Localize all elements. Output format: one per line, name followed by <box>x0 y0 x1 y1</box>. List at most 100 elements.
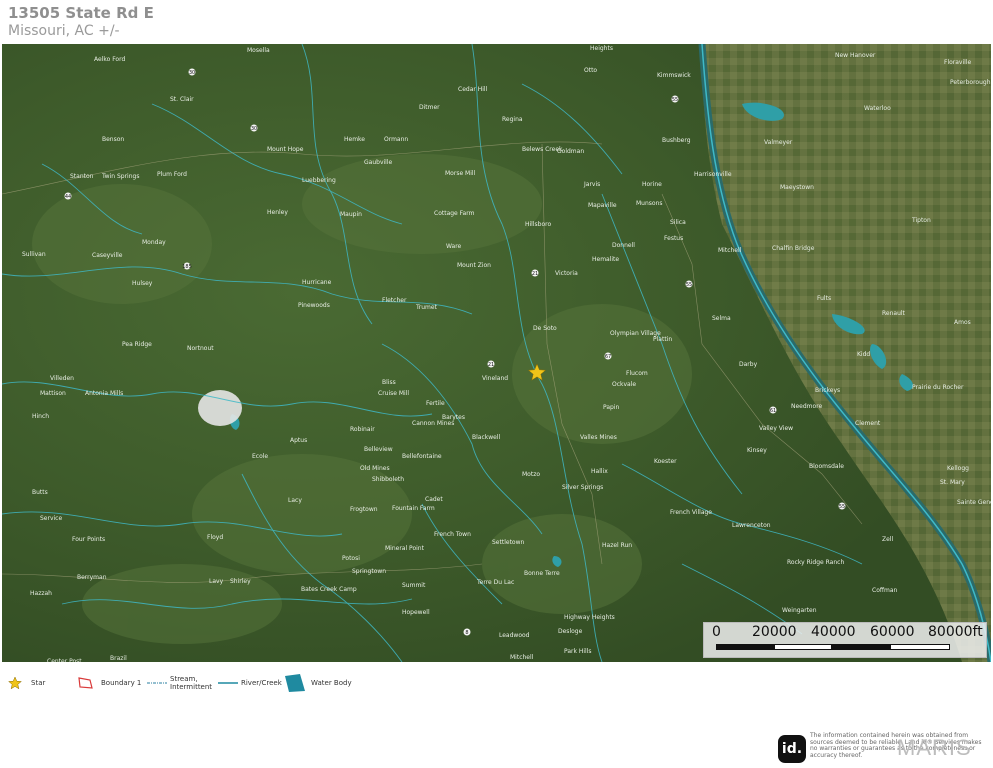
svg-text:Koester: Koester <box>654 458 677 465</box>
svg-text:Mosella: Mosella <box>247 47 270 54</box>
legend-label: Star <box>31 679 46 687</box>
svg-text:Terre Du Lac: Terre Du Lac <box>476 579 514 586</box>
scale-label: 60000 <box>870 624 915 640</box>
svg-text:Hallix: Hallix <box>591 468 608 475</box>
svg-text:Hemalite: Hemalite <box>592 256 619 263</box>
water-body-icon <box>285 674 305 692</box>
svg-text:21: 21 <box>488 362 494 368</box>
svg-text:Silica: Silica <box>670 219 686 226</box>
legend-label: Water Body <box>311 679 352 687</box>
svg-text:Highway Heights: Highway Heights <box>564 614 615 621</box>
svg-text:Service: Service <box>40 515 62 522</box>
svg-text:Motzo: Motzo <box>522 471 540 478</box>
svg-text:Peterborough: Peterborough <box>950 79 991 86</box>
svg-text:Heights: Heights <box>590 45 613 52</box>
scale-segment <box>890 644 950 650</box>
svg-text:Zell: Zell <box>882 536 893 543</box>
svg-text:Robinair: Robinair <box>350 426 375 433</box>
map-title: 13505 State Rd E <box>8 4 154 22</box>
svg-text:Horine: Horine <box>642 181 662 188</box>
svg-text:Old Mines: Old Mines <box>360 465 390 472</box>
svg-text:St. Clair: St. Clair <box>170 96 194 103</box>
svg-text:Valles Mines: Valles Mines <box>580 434 617 441</box>
svg-text:Potosi: Potosi <box>342 555 360 562</box>
star-icon <box>8 676 22 690</box>
svg-text:De Soto: De Soto <box>533 325 557 332</box>
satellite-map[interactable]: Mosella Aelko Ford Heights Otto Kimmswic… <box>2 44 991 662</box>
svg-text:Ecole: Ecole <box>252 453 268 460</box>
svg-text:Fletcher: Fletcher <box>382 297 407 304</box>
svg-text:Weingarten: Weingarten <box>782 607 817 614</box>
svg-text:Morse Mill: Morse Mill <box>445 170 476 177</box>
map-subtitle: Missouri, AC +/- <box>8 23 120 39</box>
svg-text:55: 55 <box>672 97 678 103</box>
svg-text:Valmeyer: Valmeyer <box>764 139 793 146</box>
svg-text:Gaubville: Gaubville <box>364 159 392 166</box>
svg-text:Hemke: Hemke <box>344 136 365 143</box>
legend-item-boundary: Boundary 1 <box>77 672 141 694</box>
svg-text:55: 55 <box>686 282 692 288</box>
scale-segment <box>832 644 890 650</box>
svg-text:French Village: French Village <box>670 509 712 516</box>
svg-text:Lacy: Lacy <box>288 497 302 504</box>
svg-text:185: 185 <box>182 264 192 270</box>
svg-text:Cannon Mines: Cannon Mines <box>412 420 454 427</box>
svg-text:Brickeys: Brickeys <box>815 387 840 394</box>
svg-text:Donnell: Donnell <box>612 242 635 249</box>
svg-text:Cruise Mill: Cruise Mill <box>378 390 409 397</box>
svg-text:Ware: Ware <box>446 243 462 250</box>
svg-text:Fults: Fults <box>817 295 831 302</box>
svg-text:Munsons: Munsons <box>636 200 663 207</box>
river-icon <box>218 682 238 684</box>
svg-text:Clement: Clement <box>855 420 881 427</box>
svg-text:21: 21 <box>532 271 538 277</box>
svg-text:Amos: Amos <box>954 319 971 326</box>
scale-segment <box>716 644 774 650</box>
scale-label: 40000 <box>811 624 856 640</box>
svg-text:Bates Creek Camp: Bates Creek Camp <box>301 586 357 593</box>
svg-text:Mount Hope: Mount Hope <box>267 146 304 153</box>
svg-text:Jarvis: Jarvis <box>583 181 600 188</box>
scale-label: 0 <box>712 624 721 640</box>
svg-text:30: 30 <box>189 70 195 76</box>
svg-text:St. Mary: St. Mary <box>940 479 965 486</box>
svg-text:Center Post: Center Post <box>47 658 82 662</box>
scale-label: 20000 <box>752 624 797 640</box>
svg-text:Renault: Renault <box>882 310 906 317</box>
svg-text:Leadwood: Leadwood <box>499 632 530 639</box>
svg-text:Aelko Ford: Aelko Ford <box>94 56 125 63</box>
svg-text:Berryman: Berryman <box>77 574 107 581</box>
svg-text:Hurricane: Hurricane <box>302 279 332 286</box>
svg-text:Hillsboro: Hillsboro <box>525 221 551 228</box>
svg-text:Bushberg: Bushberg <box>662 137 691 144</box>
svg-text:Sainte Genevieve: Sainte Genevieve <box>957 499 991 506</box>
svg-text:Rocky Ridge Ranch: Rocky Ridge Ranch <box>787 559 844 566</box>
svg-text:Otto: Otto <box>584 67 597 74</box>
legend-item-river: River/Creek <box>218 672 282 694</box>
landid-logo: id. <box>778 735 806 763</box>
svg-text:French Town: French Town <box>434 531 471 538</box>
svg-text:Ormann: Ormann <box>384 136 408 143</box>
svg-text:Park Hills: Park Hills <box>564 648 592 655</box>
svg-text:Tipton: Tipton <box>911 217 931 224</box>
svg-text:Aptus: Aptus <box>290 437 307 444</box>
svg-text:Fountain Farm: Fountain Farm <box>392 505 435 512</box>
svg-text:Nortnout: Nortnout <box>187 345 214 352</box>
svg-text:Stanton: Stanton <box>70 173 94 180</box>
scale-label: 80000ft <box>928 624 983 640</box>
svg-text:Festus: Festus <box>664 235 683 242</box>
svg-text:Brazil: Brazil <box>110 655 127 662</box>
svg-text:Twin Springs: Twin Springs <box>101 173 139 180</box>
map-canvas: Mosella Aelko Ford Heights Otto Kimmswic… <box>2 44 991 662</box>
svg-text:Mapaville: Mapaville <box>588 202 617 209</box>
svg-text:New Hanover: New Hanover <box>835 52 876 59</box>
svg-text:Floraville: Floraville <box>944 59 971 66</box>
svg-text:Valley View: Valley View <box>759 425 793 432</box>
svg-text:Shirley: Shirley <box>230 578 251 585</box>
svg-text:Lavy: Lavy <box>209 578 224 585</box>
svg-text:Bonne Terre: Bonne Terre <box>524 570 560 577</box>
svg-text:Cottage Farm: Cottage Farm <box>434 210 475 217</box>
svg-text:Henley: Henley <box>267 209 288 216</box>
svg-text:Hazel Run: Hazel Run <box>602 542 632 549</box>
svg-text:Flucom: Flucom <box>626 370 648 377</box>
